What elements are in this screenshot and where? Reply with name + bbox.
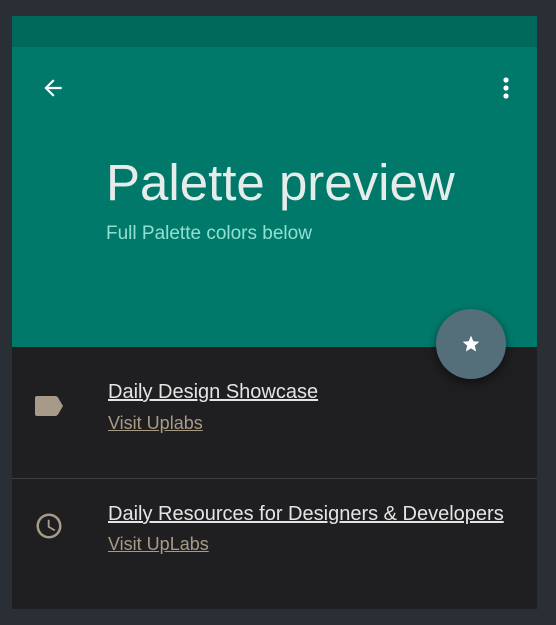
list-item-link[interactable]: Visit UpLabs: [108, 534, 209, 555]
status-bar: [12, 16, 537, 47]
app-bar: Palette preview Full Palette colors belo…: [12, 47, 537, 347]
star-icon: [462, 335, 480, 352]
clock-icon: [32, 509, 66, 543]
app-window: Palette preview Full Palette colors belo…: [12, 16, 537, 609]
favorite-fab[interactable]: [436, 309, 506, 379]
label-icon: [32, 389, 66, 423]
content-list: Daily Design Showcase Visit Uplabs Daily…: [12, 347, 537, 610]
page-title: Palette preview: [106, 154, 455, 211]
list-item-title[interactable]: Daily Resources for Designers & Develope…: [108, 503, 504, 526]
more-options-button[interactable]: [492, 73, 520, 103]
page-subtitle: Full Palette colors below: [106, 223, 312, 244]
more-vert-icon: [503, 77, 509, 99]
back-button[interactable]: [38, 73, 68, 103]
list-item-link[interactable]: Visit Uplabs: [108, 413, 203, 434]
list-item-title[interactable]: Daily Design Showcase: [108, 381, 318, 404]
arrow-back-icon: [44, 79, 62, 97]
list-item: Daily Resources for Designers & Develope…: [12, 478, 537, 610]
